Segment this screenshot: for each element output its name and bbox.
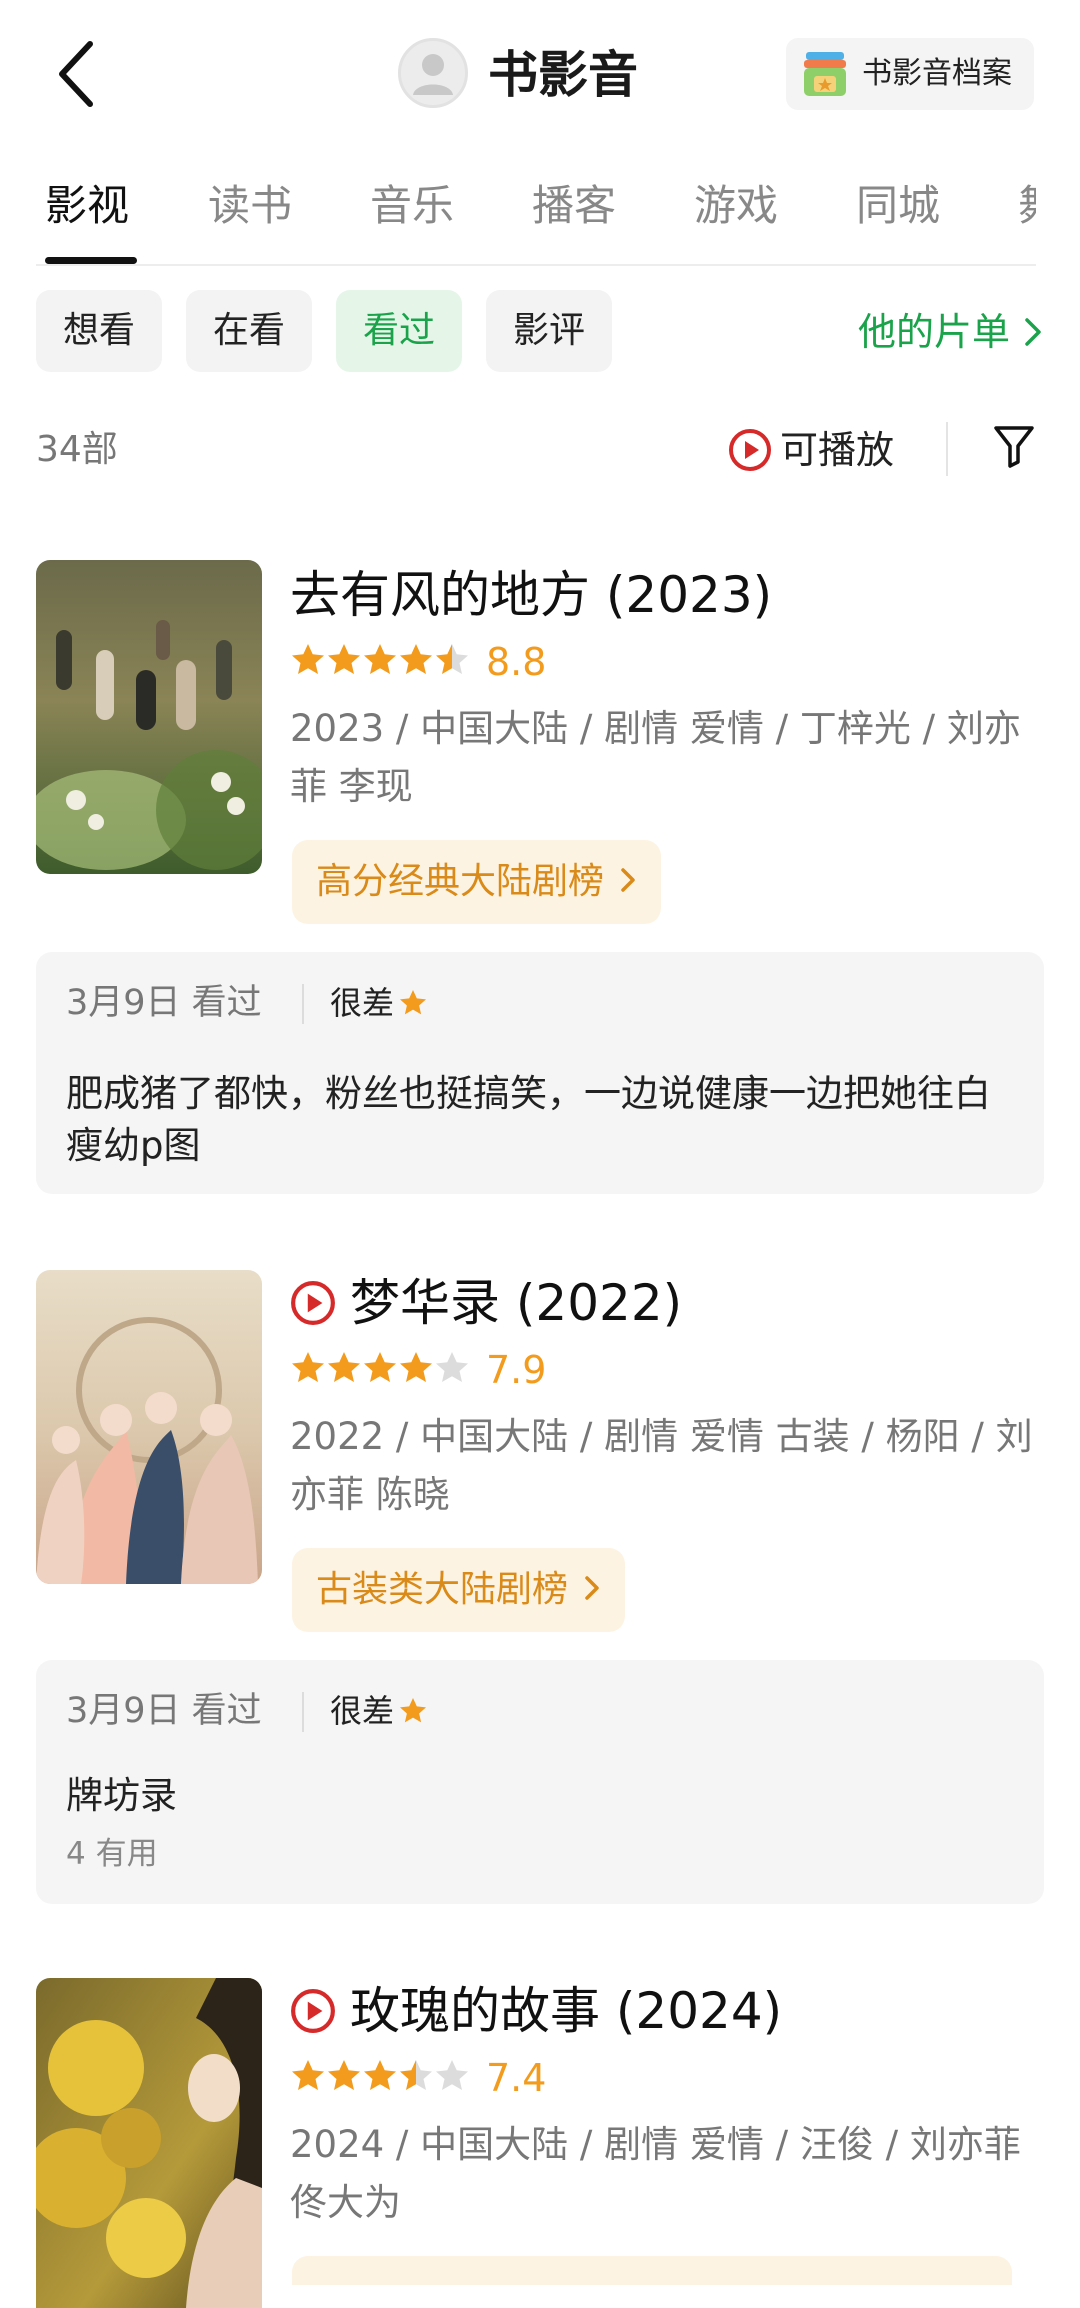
poster-artwork bbox=[36, 1978, 262, 2308]
page-title: 书影音 bbox=[488, 46, 638, 104]
divider bbox=[302, 1692, 304, 1732]
archive-button[interactable]: 书影音档案 bbox=[786, 38, 1034, 110]
chevron-left-icon bbox=[59, 41, 93, 107]
tab-divider bbox=[36, 264, 1036, 266]
funnel-icon bbox=[994, 426, 1034, 468]
review-card[interactable]: 3月9日 看过 很差 肥成猪了都快，粉丝也挺搞笑，一边说健康一边把她往白瘦幼p图 bbox=[36, 952, 1044, 1194]
filter-button[interactable] bbox=[992, 422, 1036, 474]
tab-books[interactable]: 读书 bbox=[208, 176, 292, 236]
star-rating bbox=[290, 642, 470, 682]
poster-artwork bbox=[36, 560, 262, 874]
filter-watching[interactable]: 在看 bbox=[186, 290, 312, 372]
review-date: 3月9日 看过 bbox=[66, 983, 262, 1023]
user-avatar-icon bbox=[413, 54, 453, 95]
my-list-label: 他的片单 bbox=[858, 310, 1011, 354]
ranking-badge[interactable] bbox=[292, 2256, 1012, 2285]
tab-movies[interactable]: 影视 bbox=[45, 176, 129, 236]
divider bbox=[946, 422, 948, 476]
rating-score: 7.9 bbox=[486, 1348, 547, 1392]
review-text: 牌坊录 bbox=[66, 1774, 177, 1817]
useful-count[interactable]: 4 有用 bbox=[66, 1832, 158, 1876]
ranking-label: 古装类大陆剧榜 bbox=[316, 1569, 569, 1610]
movie-title[interactable]: 去有风的地方 (2023) bbox=[290, 560, 772, 630]
star-icon bbox=[400, 1698, 426, 1723]
back-button[interactable] bbox=[48, 36, 108, 112]
ranking-label: 高分经典大陆剧榜 bbox=[316, 861, 605, 902]
tab-games[interactable]: 游戏 bbox=[694, 176, 778, 236]
review-verdict: 很差 bbox=[330, 984, 395, 1022]
star-rating-icon bbox=[292, 2060, 468, 2090]
review-text: 肥成猪了都快，粉丝也挺搞笑，一边说健康一边把她往白瘦幼p图 bbox=[66, 1072, 991, 1167]
divider bbox=[302, 984, 304, 1024]
review-verdict: 很差 bbox=[330, 1692, 395, 1730]
poster-image[interactable] bbox=[36, 1978, 262, 2308]
movie-title[interactable]: 玫瑰的故事 (2024) bbox=[290, 1976, 782, 2046]
play-circle-icon bbox=[291, 1988, 335, 2033]
movie-title-text: 梦华录 (2022) bbox=[350, 1274, 683, 1332]
ranking-badge[interactable]: 古装类大陆剧榜 bbox=[292, 1548, 626, 1632]
star-rating-icon bbox=[292, 1352, 468, 1382]
filter-reviews[interactable]: 影评 bbox=[486, 290, 612, 372]
rating-score: 7.4 bbox=[486, 2056, 547, 2100]
star-rating-icon bbox=[292, 644, 468, 674]
review-card[interactable]: 3月9日 看过 很差 牌坊录 4 有用 bbox=[36, 1660, 1044, 1904]
tab-music[interactable]: 音乐 bbox=[370, 176, 454, 236]
movie-meta: 2023 / 中国大陆 / 剧情 爱情 / 丁梓光 / 刘亦菲 李现 bbox=[290, 707, 1021, 808]
poster-artwork bbox=[36, 1270, 262, 1584]
rating-score: 8.8 bbox=[486, 640, 547, 684]
poster-image[interactable] bbox=[36, 1270, 262, 1584]
star-rating bbox=[290, 1350, 470, 1390]
tab-local[interactable]: 同城 bbox=[856, 176, 940, 236]
playable-label: 可播放 bbox=[780, 428, 895, 472]
result-count: 34部 bbox=[36, 429, 118, 470]
movie-meta: 2024 / 中国大陆 / 剧情 爱情 / 汪俊 / 刘亦菲 佟大为 bbox=[290, 2123, 1021, 2224]
chevron-right-icon bbox=[621, 868, 636, 892]
movie-meta: 2022 / 中国大陆 / 剧情 爱情 古装 / 杨阳 / 刘亦菲 陈晓 bbox=[290, 1415, 1033, 1516]
star-icon bbox=[400, 990, 426, 1015]
active-tab-indicator bbox=[45, 257, 137, 264]
review-date: 3月9日 看过 bbox=[66, 1691, 262, 1731]
tab-more[interactable]: 舞 bbox=[1018, 176, 1036, 236]
playable-toggle[interactable]: 可播放 bbox=[728, 420, 894, 480]
tab-podcasts[interactable]: 播客 bbox=[532, 176, 616, 236]
play-circle-icon bbox=[729, 428, 771, 471]
movie-title[interactable]: 梦华录 (2022) bbox=[290, 1268, 682, 1338]
movie-title-text: 玫瑰的故事 (2024) bbox=[350, 1982, 783, 2040]
chevron-right-icon bbox=[585, 1576, 600, 1600]
play-circle-icon bbox=[291, 1280, 335, 1325]
ranking-badge[interactable]: 高分经典大陆剧榜 bbox=[292, 840, 662, 924]
my-list-link[interactable]: 他的片单 bbox=[858, 300, 1044, 364]
archive-box-icon bbox=[804, 52, 846, 96]
archive-label: 书影音档案 bbox=[862, 56, 1012, 91]
chevron-right-icon bbox=[1025, 317, 1041, 346]
filter-want[interactable]: 想看 bbox=[36, 290, 162, 372]
poster-image[interactable] bbox=[36, 560, 262, 874]
filter-watched[interactable]: 看过 bbox=[336, 290, 462, 372]
avatar[interactable] bbox=[398, 38, 468, 108]
star-rating bbox=[290, 2058, 470, 2098]
